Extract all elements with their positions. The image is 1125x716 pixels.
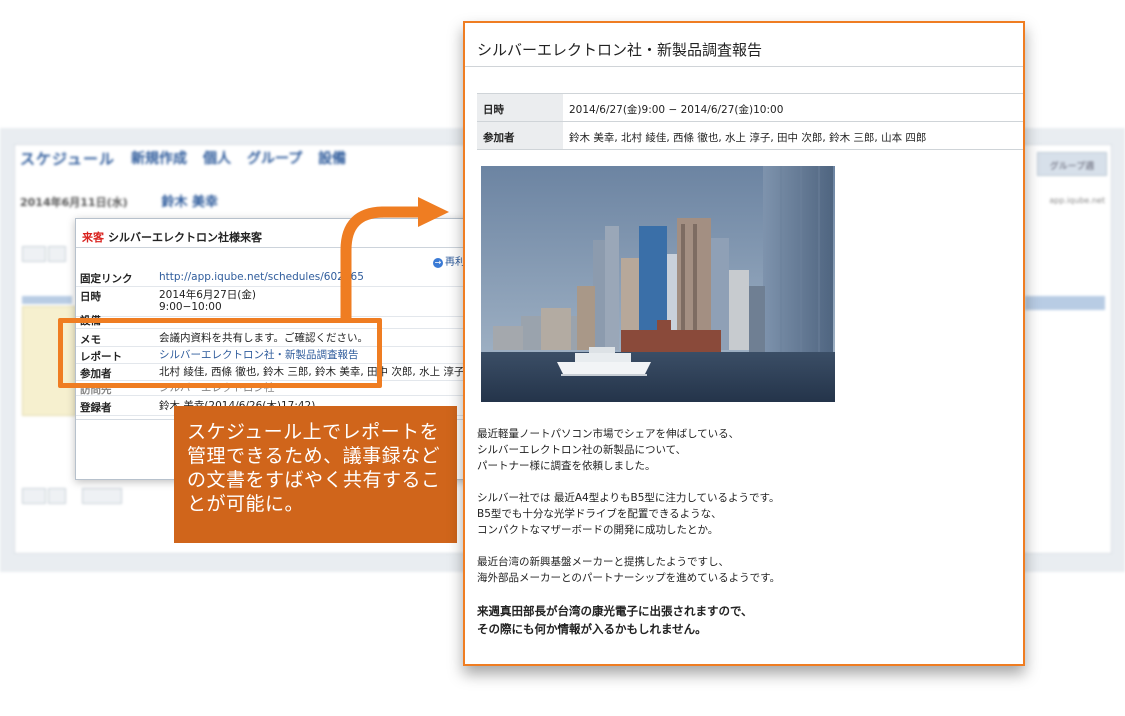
- background-prev-button-bottom[interactable]: [22, 488, 46, 504]
- popup-title: 来客 シルバーエレクトロン社様来客: [82, 229, 262, 245]
- background-right-header: [1025, 296, 1105, 310]
- report-body: 最近軽量ノートパソコン市場でシェアを伸ばしている、 シルバーエレクトロン社の新製品…: [477, 426, 1007, 654]
- city-skyline-photo: [481, 166, 835, 402]
- background-next-button[interactable]: [48, 246, 66, 262]
- report-line: 来週真田部長が台湾の康光電子に出張されますので、: [477, 604, 753, 618]
- report-attendees-label: 参加者: [477, 122, 563, 149]
- report-row-attendees: 参加者 鈴木 美幸, 北村 綾佳, 西條 徹也, 水上 淳子, 田中 次郎, 鈴…: [477, 122, 1023, 150]
- background-nav-personal[interactable]: 個人: [203, 148, 231, 168]
- background-prev-button[interactable]: [22, 246, 46, 262]
- background-date-row: 2014年6月11日(水) 鈴木 美幸: [20, 191, 218, 210]
- report-paragraph: 最近軽量ノートパソコン市場でシェアを伸ばしている、 シルバーエレクトロン社の新製品…: [477, 426, 1007, 474]
- background-nav-facility[interactable]: 設備: [318, 148, 346, 168]
- report-line: コンパクトなマザーボードの開発に成功したとか。: [477, 524, 719, 536]
- date-value: 2014年6月27日(金): [159, 289, 256, 301]
- report-title: シルバーエレクトロン社・新製品調査報告: [477, 41, 763, 59]
- reuse-icon: →: [433, 258, 443, 268]
- row-datetime-value: 2014年6月27日(金) 9:00−10:00: [159, 289, 256, 313]
- report-document: シルバーエレクトロン社・新製品調査報告 日時 2014/6/27(金)9:00 …: [463, 21, 1025, 666]
- report-paragraph-bold: 来週真田部長が台湾の康光電子に出張されますので、 その際にも何か情報が入るかもしれ…: [477, 602, 1007, 638]
- report-row-datetime: 日時 2014/6/27(金)9:00 − 2014/6/27(金)10:00: [477, 94, 1023, 122]
- background-group-week-tab[interactable]: グループ週: [1037, 152, 1107, 176]
- skyline-image: [481, 166, 835, 402]
- time-value: 9:00−10:00: [159, 301, 222, 313]
- report-paragraph: 最近台湾の新興基盤メーカーと提携したようですし、海外部品メーカーとのパートナーシ…: [477, 554, 1007, 586]
- row-datetime: 日時 2014年6月27日(金) 9:00−10:00: [76, 289, 469, 317]
- report-paragraph: シルバー社では 最近A4型よりもB5型に注力しているようです。 B5型でも十分な光…: [477, 490, 1007, 538]
- report-line: その際にも何か情報が入るかもしれません。: [477, 622, 707, 636]
- background-nav: スケジュール 新規作成 個人 グループ 設備: [20, 148, 346, 168]
- callout-text: スケジュール上でレポートを管理できるため、議事録などの文書をすばやく共有すること…: [187, 421, 441, 515]
- category-tag: 来客: [82, 231, 104, 244]
- report-line: シルバーエレクトロン社の新製品について、: [477, 444, 687, 456]
- row-link: 固定リンク http://app.iqube.net/schedules/602…: [76, 271, 469, 287]
- report-line: B5型でも十分な光学ドライブを配置できるような、: [477, 508, 722, 520]
- background-header-bar: [22, 296, 72, 304]
- fixed-link[interactable]: http://app.iqube.net/schedules/602565: [159, 271, 364, 283]
- report-line: シルバー社では 最近A4型よりもB5型に注力しているようです。: [477, 492, 780, 504]
- row-registrant-label: 登録者: [80, 402, 112, 414]
- report-line: 最近軽量ノートパソコン市場でシェアを伸ばしている、: [477, 428, 740, 440]
- report-line: パートナー様に調査を依頼しました。: [477, 460, 656, 472]
- popup-divider: [76, 247, 469, 248]
- background-next-button-bottom[interactable]: [48, 488, 66, 504]
- row-link-label: 固定リンク: [80, 273, 133, 285]
- highlight-box: [58, 318, 382, 388]
- report-attendees-value: 鈴木 美幸, 北村 綾佳, 西條 徹也, 水上 淳子, 田中 次郎, 鈴木 三郎…: [569, 132, 927, 144]
- background-nav-group[interactable]: グループ: [247, 148, 302, 168]
- popup-title-text: シルバーエレクトロン社様来客: [108, 231, 262, 244]
- feature-callout: スケジュール上でレポートを管理できるため、議事録などの文書をすばやく共有すること…: [174, 406, 457, 543]
- background-nav-new[interactable]: 新規作成: [131, 148, 187, 168]
- background-url: app.iqube.net: [1049, 196, 1105, 205]
- report-meta-table: 日時 2014/6/27(金)9:00 − 2014/6/27(金)10:00 …: [477, 93, 1023, 150]
- report-line: 最近台湾の新興基盤メーカーと提携したようですし、: [477, 556, 729, 568]
- report-datetime-value: 2014/6/27(金)9:00 − 2014/6/27(金)10:00: [569, 104, 784, 116]
- background-date: 2014年6月11日(水): [20, 196, 128, 209]
- background-user: 鈴木 美幸: [161, 195, 219, 210]
- background-app-logo: スケジュール: [20, 149, 115, 168]
- report-line: 海外部品メーカーとのパートナーシップを進めているようです。: [477, 572, 781, 584]
- row-datetime-label: 日時: [80, 291, 101, 303]
- background-today-button[interactable]: [82, 488, 122, 504]
- report-datetime-label: 日時: [477, 94, 563, 121]
- report-title-divider: [465, 66, 1023, 67]
